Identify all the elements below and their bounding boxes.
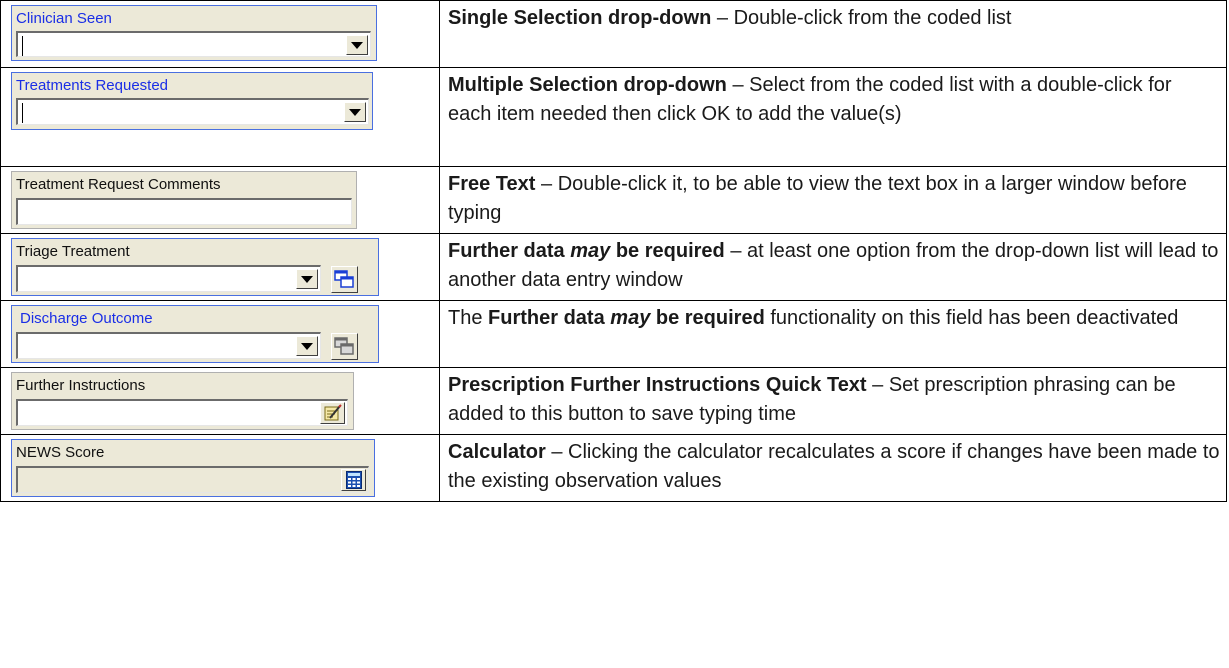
- field-type-name-b: be required: [650, 307, 765, 329]
- field-type-name: Multiple Selection drop-down: [448, 74, 727, 96]
- treatment-request-comments-label: Treatment Request Comments: [16, 176, 221, 193]
- news-score-label: NEWS Score: [16, 444, 105, 461]
- discharge-outcome-dropdown[interactable]: [16, 332, 321, 359]
- description-cell: Calculator – Clicking the calculator rec…: [439, 434, 1227, 502]
- table-row: Treatment Request Comments Free Text – D…: [0, 166, 1227, 234]
- triage-treatment-label: Triage Treatment: [16, 243, 130, 260]
- field-type-description: – Double-click it, to be able to view th…: [448, 173, 1187, 224]
- field-type-name: Calculator: [448, 441, 546, 463]
- description-cell: Single Selection drop-down – Double-clic…: [439, 0, 1227, 68]
- chevron-down-icon: [349, 108, 361, 116]
- clinician-seen-dropdown[interactable]: [16, 31, 371, 57]
- widget-cell: Treatments Requested: [0, 67, 440, 167]
- dropdown-button[interactable]: [344, 102, 366, 122]
- news-score-field: [16, 466, 369, 493]
- treatments-requested-dropdown[interactable]: [16, 98, 369, 125]
- description-cell: Free Text – Double-click it, to be able …: [439, 166, 1227, 234]
- description-cell: The Further data may be required functio…: [439, 300, 1227, 368]
- text-caret: [22, 103, 23, 123]
- widget-cell: Discharge Outcome: [0, 300, 440, 368]
- dropdown-button[interactable]: [296, 269, 318, 289]
- chevron-down-icon: [351, 41, 363, 49]
- further-instructions-textbox[interactable]: [16, 399, 348, 426]
- table-row: Further Instructions Prescription Furthe…: [0, 367, 1227, 435]
- further-data-button-disabled: [331, 333, 358, 360]
- triage-treatment-dropdown[interactable]: [16, 265, 321, 292]
- news-score-widget: NEWS Score: [11, 439, 375, 497]
- table-row: Treatments Requested Multiple Selection …: [0, 67, 1227, 167]
- field-type-name: Prescription Further Instructions Quick …: [448, 374, 867, 396]
- field-type-description: functionality on this field has been dea…: [764, 307, 1179, 329]
- widget-cell: Treatment Request Comments: [0, 166, 440, 234]
- description-cell: Prescription Further Instructions Quick …: [439, 367, 1227, 435]
- discharge-outcome-label: Discharge Outcome: [20, 310, 153, 327]
- description-cell: Further data may be required – at least …: [439, 233, 1227, 301]
- field-type-name-a: Further data: [448, 240, 571, 262]
- clinician-seen-widget: Clinician Seen: [11, 5, 377, 61]
- dropdown-button[interactable]: [296, 336, 318, 356]
- treatment-request-comments-textbox[interactable]: [16, 198, 352, 225]
- widget-cell: Further Instructions: [0, 367, 440, 435]
- field-type-description: – Double-click from the coded list: [711, 7, 1012, 29]
- discharge-outcome-widget: Discharge Outcome: [11, 305, 379, 363]
- field-type-name-italic: may: [610, 307, 651, 329]
- table-row: Discharge Outcome The Further data may b…: [0, 300, 1227, 368]
- pen-notepad-icon: [324, 404, 342, 421]
- windows-stack-icon: [334, 270, 354, 288]
- treatments-requested-label: Treatments Requested: [16, 77, 169, 94]
- treatments-requested-widget: Treatments Requested: [11, 72, 373, 130]
- windows-stack-disabled-icon: [334, 337, 354, 355]
- further-data-button[interactable]: [331, 266, 358, 293]
- table-row: Triage Treatment Further data may be req…: [0, 233, 1227, 301]
- description-cell: Multiple Selection drop-down – Select fr…: [439, 67, 1227, 167]
- field-type-description: – Clicking the calculator recalculates a…: [448, 441, 1220, 492]
- table-row: NEWS Score Calculator – Clicking the cal…: [0, 434, 1227, 502]
- field-type-name: Single Selection drop-down: [448, 7, 712, 29]
- quick-text-button[interactable]: [320, 402, 345, 424]
- field-type-name: Free Text: [448, 173, 536, 195]
- calculator-button[interactable]: [341, 469, 366, 491]
- further-instructions-label: Further Instructions: [16, 377, 146, 394]
- widget-cell: NEWS Score: [0, 434, 440, 502]
- field-type-name-b: be required: [610, 240, 725, 262]
- field-type-name-a: Further data: [488, 307, 611, 329]
- further-instructions-widget: Further Instructions: [11, 372, 354, 430]
- widget-cell: Clinician Seen: [0, 0, 440, 68]
- text-caret: [22, 36, 23, 56]
- calculator-icon: [345, 471, 362, 489]
- table-row: Clinician Seen Single Selection drop-dow…: [0, 0, 1227, 68]
- triage-treatment-widget: Triage Treatment: [11, 238, 379, 296]
- description-prefix: The: [448, 307, 489, 329]
- chevron-down-icon: [301, 342, 313, 350]
- clinician-seen-label: Clinician Seen: [16, 10, 112, 27]
- field-types-table: Clinician Seen Single Selection drop-dow…: [0, 0, 1227, 502]
- widget-cell: Triage Treatment: [0, 233, 440, 301]
- treatment-request-comments-widget: Treatment Request Comments: [11, 171, 357, 229]
- dropdown-button[interactable]: [346, 35, 368, 55]
- chevron-down-icon: [301, 275, 313, 283]
- field-type-name-italic: may: [570, 240, 611, 262]
